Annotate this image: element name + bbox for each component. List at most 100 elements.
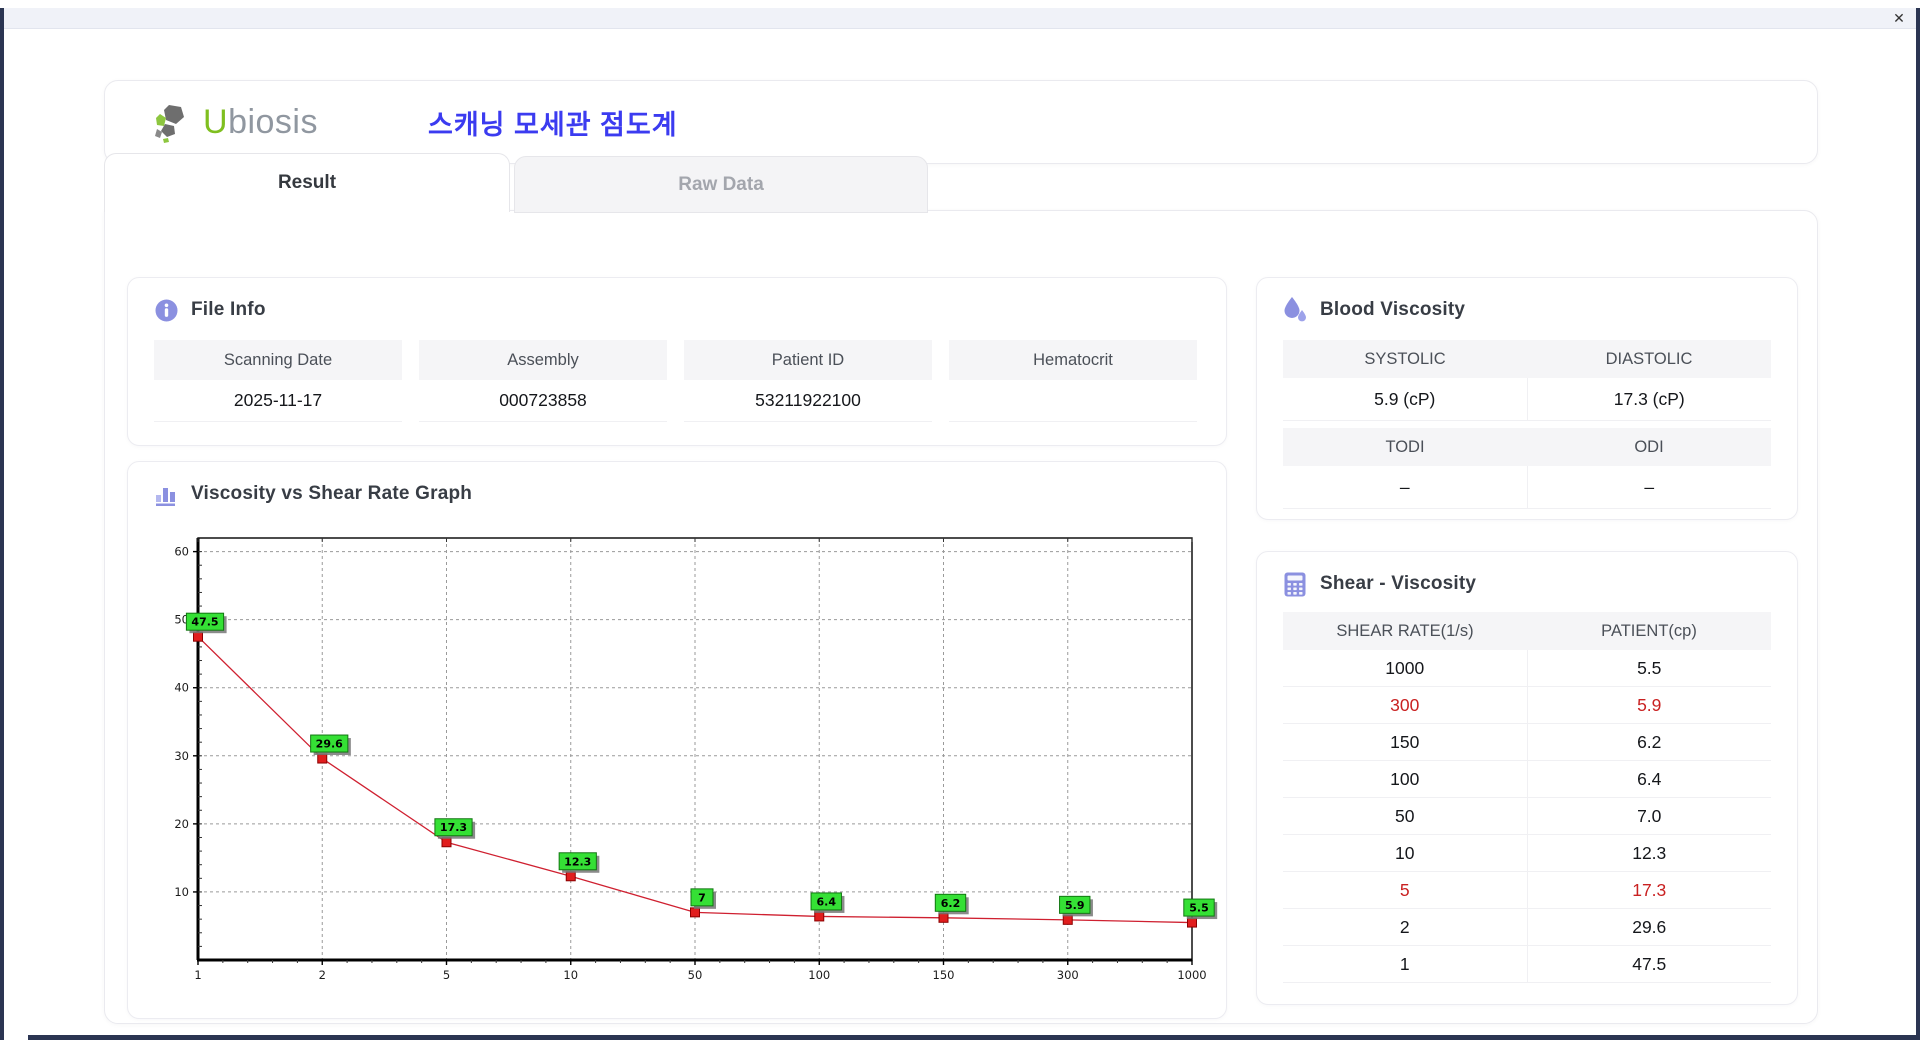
svg-text:47.5: 47.5 [191, 616, 218, 629]
shear-col-header: SHEAR RATE(1/s) [1283, 612, 1527, 650]
patient-cp-cell: 6.2 [1526, 724, 1771, 761]
shear-rate-cell: 1000 [1283, 650, 1527, 687]
close-icon[interactable]: ✕ [1890, 9, 1908, 27]
svg-text:17.3: 17.3 [440, 821, 467, 834]
table-row: 1 47.5 [1283, 946, 1771, 983]
table-row: 1000 5.5 [1283, 650, 1771, 687]
tab-result[interactable]: Result [104, 153, 510, 212]
window-border-bottom [28, 1035, 1920, 1040]
field-value: 2025-11-17 [154, 380, 402, 422]
svg-text:50: 50 [688, 968, 703, 982]
app-window: { "window": { "close_label": "✕" }, "hea… [0, 0, 1920, 1040]
field-value: 53211922100 [684, 380, 932, 422]
patient-cp-cell: 7.0 [1526, 798, 1771, 835]
svg-text:20: 20 [174, 817, 189, 831]
blood-viscosity-table: SYSTOLIC DIASTOLIC 5.9 (cP) 17.3 (cP) TODI OD… [1283, 340, 1771, 509]
svg-text:1000: 1000 [1177, 968, 1206, 982]
blood-col-label: ODI [1527, 428, 1771, 466]
window-border-right [1916, 8, 1920, 1040]
result-content: File Info Scanning Date 2025-11-17 Assembl… [104, 210, 1818, 1024]
svg-text:5: 5 [443, 968, 450, 982]
patient-cp-cell: 12.3 [1526, 835, 1771, 872]
field-label: Patient ID [684, 340, 932, 380]
ubiosis-logo-icon [151, 101, 193, 143]
svg-text:5.5: 5.5 [1189, 902, 1209, 915]
file-field-hematocrit: Hematocrit [949, 340, 1197, 422]
svg-text:10: 10 [174, 885, 189, 899]
shear-rate-cell: 10 [1283, 835, 1527, 872]
shear-rate-cell: 300 [1283, 687, 1527, 724]
graph-title: Viscosity vs Shear Rate Graph [191, 483, 473, 504]
shear-rate-cell: 150 [1283, 724, 1527, 761]
patient-cp-cell: 5.5 [1526, 650, 1771, 687]
shear-viscosity-panel: Shear - Viscosity SHEAR RATE(1/s) PATIENT… [1256, 551, 1798, 1005]
patient-cp-cell: 5.9 [1526, 687, 1771, 724]
droplets-icon [1283, 297, 1307, 322]
bar-chart-icon [154, 482, 178, 506]
blood-value-row: 5.9 (cP) 17.3 (cP) [1283, 378, 1771, 421]
field-label: Assembly [419, 340, 667, 380]
table-row: 100 6.4 [1283, 761, 1771, 798]
svg-text:29.6: 29.6 [316, 738, 343, 751]
field-value [949, 380, 1197, 422]
svg-text:40: 40 [174, 681, 189, 695]
blood-viscosity-title: Blood Viscosity [1320, 299, 1466, 320]
table-row: 2 29.6 [1283, 909, 1771, 946]
svg-text:7: 7 [698, 891, 706, 904]
file-info-title: File Info [191, 299, 266, 320]
svg-text:6.4: 6.4 [817, 895, 837, 908]
svg-text:12.3: 12.3 [564, 855, 591, 868]
blood-col-value: 17.3 (cP) [1526, 378, 1771, 421]
table-group-gap [1283, 421, 1771, 428]
blood-col-value: 5.9 (cP) [1283, 378, 1527, 421]
patient-cp-cell: 29.6 [1526, 909, 1771, 946]
shear-rate-cell: 1 [1283, 946, 1527, 983]
app-title: 스캐닝 모세관 점도계 [428, 109, 678, 140]
window-border-left [0, 8, 4, 1040]
file-field-assembly: Assembly 000723858 [419, 340, 667, 422]
shear-header-row: SHEAR RATE(1/s) PATIENT(cp) [1283, 612, 1771, 650]
shear-rate-cell: 5 [1283, 872, 1527, 909]
table-row: 5 17.3 [1283, 872, 1771, 909]
svg-text:6.2: 6.2 [941, 897, 961, 910]
tab-raw-data[interactable]: Raw Data [514, 156, 928, 213]
blood-col-label: SYSTOLIC [1283, 340, 1527, 378]
blood-col-label: DIASTOLIC [1527, 340, 1771, 378]
shear-col-header: PATIENT(cp) [1527, 612, 1771, 650]
graph-panel: Viscosity vs Shear Rate Graph 10 20 30 40 50… [127, 461, 1227, 1019]
file-info-panel: File Info Scanning Date 2025-11-17 Assembl… [127, 277, 1227, 446]
info-icon [154, 298, 178, 322]
shear-rate-cell: 2 [1283, 909, 1527, 946]
svg-text:2: 2 [319, 968, 326, 982]
svg-text:1: 1 [194, 968, 201, 982]
file-info-fields: Scanning Date 2025-11-17 Assembly 000723858… [154, 340, 1197, 422]
shear-viscosity-title: Shear - Viscosity [1320, 573, 1477, 594]
blood-viscosity-panel: Blood Viscosity SYSTOLIC DIASTOLIC 5.9 (cP… [1256, 277, 1798, 520]
blood-col-value: – [1526, 466, 1771, 509]
svg-text:100: 100 [808, 968, 830, 982]
field-label: Scanning Date [154, 340, 402, 380]
shear-rate-cell: 50 [1283, 798, 1527, 835]
blood-header-row: TODI ODI [1283, 428, 1771, 466]
shear-rate-cell: 100 [1283, 761, 1527, 798]
window-titlebar: ✕ [4, 8, 1916, 29]
table-row: 300 5.9 [1283, 687, 1771, 724]
blood-value-row: – – [1283, 466, 1771, 509]
viscosity-chart: 10 20 30 40 50 60 1 2 5 10 50 100 150 300 1000 47.5 29.6… [152, 526, 1218, 1004]
header-card: Ubiosis 스캐닝 모세관 점도계 [104, 80, 1818, 164]
table-row: 50 7.0 [1283, 798, 1771, 835]
blood-header-row: SYSTOLIC DIASTOLIC [1283, 340, 1771, 378]
calculator-grid-icon [1283, 572, 1307, 596]
svg-text:60: 60 [174, 545, 189, 559]
brand-name: Ubiosis [203, 102, 318, 141]
table-row: 10 12.3 [1283, 835, 1771, 872]
field-value: 000723858 [419, 380, 667, 422]
table-row: 150 6.2 [1283, 724, 1771, 761]
svg-text:10: 10 [563, 968, 578, 982]
svg-text:30: 30 [174, 749, 189, 763]
blood-col-value: – [1283, 466, 1527, 509]
svg-text:300: 300 [1057, 968, 1079, 982]
svg-text:5.9: 5.9 [1065, 899, 1085, 912]
brand-logo: Ubiosis [151, 101, 318, 143]
svg-text:150: 150 [933, 968, 955, 982]
